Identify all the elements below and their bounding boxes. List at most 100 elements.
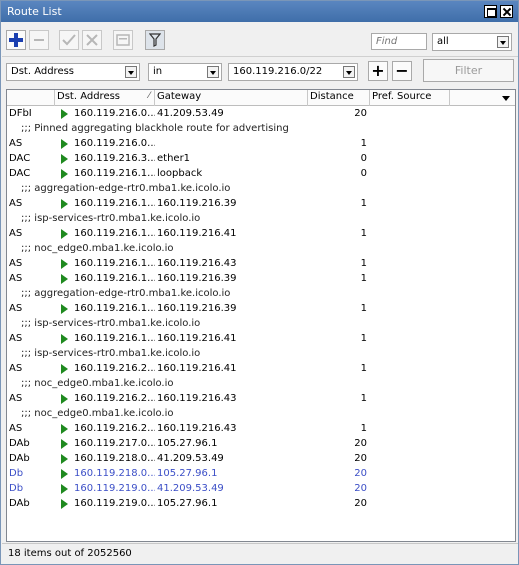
flags-cell: AS [7,197,55,212]
comment-row[interactable]: ;;; isp-services-rtr0.mba1.ke.icolo.io [7,212,515,227]
pref-source-cell [370,437,450,452]
table-row[interactable]: Db 160.119.218.0... 105.27.96.1 20 [7,467,515,482]
title-bar[interactable]: Route List [1,1,518,22]
flags-cell-text: DAC [9,168,31,179]
filter-value-select[interactable]: 160.119.216.0/22 [228,63,358,81]
scope-select-value: all [437,36,449,47]
maximize-button[interactable] [484,5,497,18]
play-icon [61,259,68,269]
dst-address-text: 160.119.216.1... [74,333,155,344]
gateway-cell-text: 105.27.96.1 [157,498,218,509]
scope-select[interactable]: all [432,33,512,51]
apply-filter-button[interactable]: Filter [423,59,514,82]
dst-address-cell: 160.119.216.0... [55,107,155,122]
table-row[interactable]: Db 160.119.219.0... 41.209.53.49 20 [7,482,515,497]
table-row[interactable]: AS 160.119.216.2... 160.119.216.43 1 [7,422,515,437]
flags-cell-text: AS [9,333,23,344]
table-row[interactable]: DAC 160.119.216.3... ether1 0 [7,152,515,167]
play-icon [61,334,68,344]
filter-toggle-button[interactable] [145,30,165,50]
table-row[interactable]: AS 160.119.216.1... 160.119.216.39 1 [7,302,515,317]
distance-cell: 1 [308,272,370,287]
column-header-dst-address[interactable]: Dst. Address ⁄ [55,90,155,106]
find-input[interactable] [371,33,427,50]
table-row[interactable]: DAb 160.119.218.0... 41.209.53.49 20 [7,452,515,467]
dst-address-text: 160.119.216.2... [74,393,155,404]
distance-cell-text: 0 [360,153,367,164]
table-row[interactable]: DAb 160.119.217.0... 105.27.96.1 20 [7,437,515,452]
distance-cell: 0 [308,152,370,167]
table-row[interactable]: DAb 160.119.219.0... 105.27.96.1 20 [7,497,515,512]
distance-cell-text: 20 [354,468,367,479]
close-button[interactable] [500,5,513,18]
table-row[interactable]: AS 160.119.216.1... 160.119.216.39 1 [7,272,515,287]
gateway-cell: 160.119.216.41 [155,332,308,347]
comment-row[interactable]: ;;; aggregation-edge-rtr0.mba1.ke.icolo.… [7,287,515,302]
add-filter-button[interactable]: + [368,61,388,81]
play-icon [61,424,68,434]
distance-cell-text: 20 [354,483,367,494]
distance-cell-text: 20 [354,498,367,509]
distance-cell: 20 [308,482,370,497]
table-row[interactable]: DFbI 160.119.216.0... 41.209.53.49 20 [7,107,515,122]
play-icon [61,109,68,119]
flags-cell-text: AS [9,258,23,269]
dst-address-text: 160.119.218.0... [74,468,155,479]
table-row[interactable]: AS 160.119.216.1... 160.119.216.41 1 [7,332,515,347]
remove-button[interactable] [29,30,49,50]
table-row[interactable]: AS 160.119.216.2... 160.119.216.41 1 [7,362,515,377]
column-menu-icon[interactable] [500,92,512,104]
comment-button[interactable] [113,30,133,50]
flags-cell-text: DAb [9,438,30,449]
distance-cell: 20 [308,452,370,467]
chevron-down-icon [343,66,355,78]
dst-address-cell: 160.119.216.1... [55,332,155,347]
filter-operator-select[interactable]: in [148,63,222,81]
distance-cell-text: 20 [354,108,367,119]
column-header-distance[interactable]: Distance [308,90,370,106]
comment-row[interactable]: ;;; noc_edge0.mba1.ke.icolo.io [7,407,515,422]
gateway-cell: 160.119.216.43 [155,257,308,272]
comment-row[interactable]: ;;; noc_edge0.mba1.ke.icolo.io [7,377,515,392]
table-row[interactable]: AS 160.119.216.1... 160.119.216.41 1 [7,227,515,242]
table-header: Dst. Address ⁄ Gateway Distance Pref. So… [7,90,515,106]
comment-row[interactable]: ;;; isp-services-rtr0.mba1.ke.icolo.io [7,347,515,362]
add-button[interactable] [6,30,26,50]
dst-address-text: 160.119.216.3... [74,153,155,164]
gateway-cell: 160.119.216.41 [155,227,308,242]
table-row[interactable]: AS 160.119.216.1... 160.119.216.43 1 [7,257,515,272]
play-icon [61,304,68,314]
table-row[interactable]: AS 160.119.216.2... 160.119.216.43 1 [7,392,515,407]
flags-cell: DAC [7,167,55,182]
table-row[interactable]: AS 160.119.216.0... 1 [7,137,515,152]
table-row[interactable]: DAC 160.119.216.1... loopback 0 [7,167,515,182]
enable-button[interactable] [59,30,79,50]
comment-row[interactable]: ;;; Pinned aggregating blackhole route f… [7,122,515,137]
distance-cell: 20 [308,107,370,122]
play-icon [61,454,68,464]
route-table: Dst. Address ⁄ Gateway Distance Pref. So… [6,89,516,542]
remove-filter-button[interactable]: − [392,61,412,81]
flags-cell-text: DAb [9,498,30,509]
distance-cell-text: 20 [354,438,367,449]
gateway-cell-text: 41.209.53.49 [157,483,224,494]
comment-row[interactable]: ;;; noc_edge0.mba1.ke.icolo.io [7,242,515,257]
table-body: DFbI 160.119.216.0... 41.209.53.49 20;;; Pi… [7,107,515,512]
column-header-pref-source[interactable]: Pref. Source [370,90,450,106]
filter-field-select[interactable]: Dst. Address [6,63,140,81]
dst-address-cell: 160.119.216.1... [55,272,155,287]
flags-cell: DFbI [7,107,55,122]
play-icon [61,139,68,149]
distance-cell-text: 1 [360,423,367,434]
flags-cell-text: DAb [9,453,30,464]
table-row[interactable]: AS 160.119.216.1... 160.119.216.39 1 [7,197,515,212]
flags-cell-text: AS [9,363,23,374]
gateway-cell: 160.119.216.43 [155,422,308,437]
comment-row[interactable]: ;;; isp-services-rtr0.mba1.ke.icolo.io [7,317,515,332]
dst-address-cell: 160.119.216.1... [55,302,155,317]
column-header-gateway[interactable]: Gateway [155,90,308,106]
distance-cell-text: 0 [360,168,367,179]
disable-button[interactable] [82,30,102,50]
column-header-flags[interactable] [7,90,55,106]
comment-row[interactable]: ;;; aggregation-edge-rtr0.mba1.ke.icolo.… [7,182,515,197]
